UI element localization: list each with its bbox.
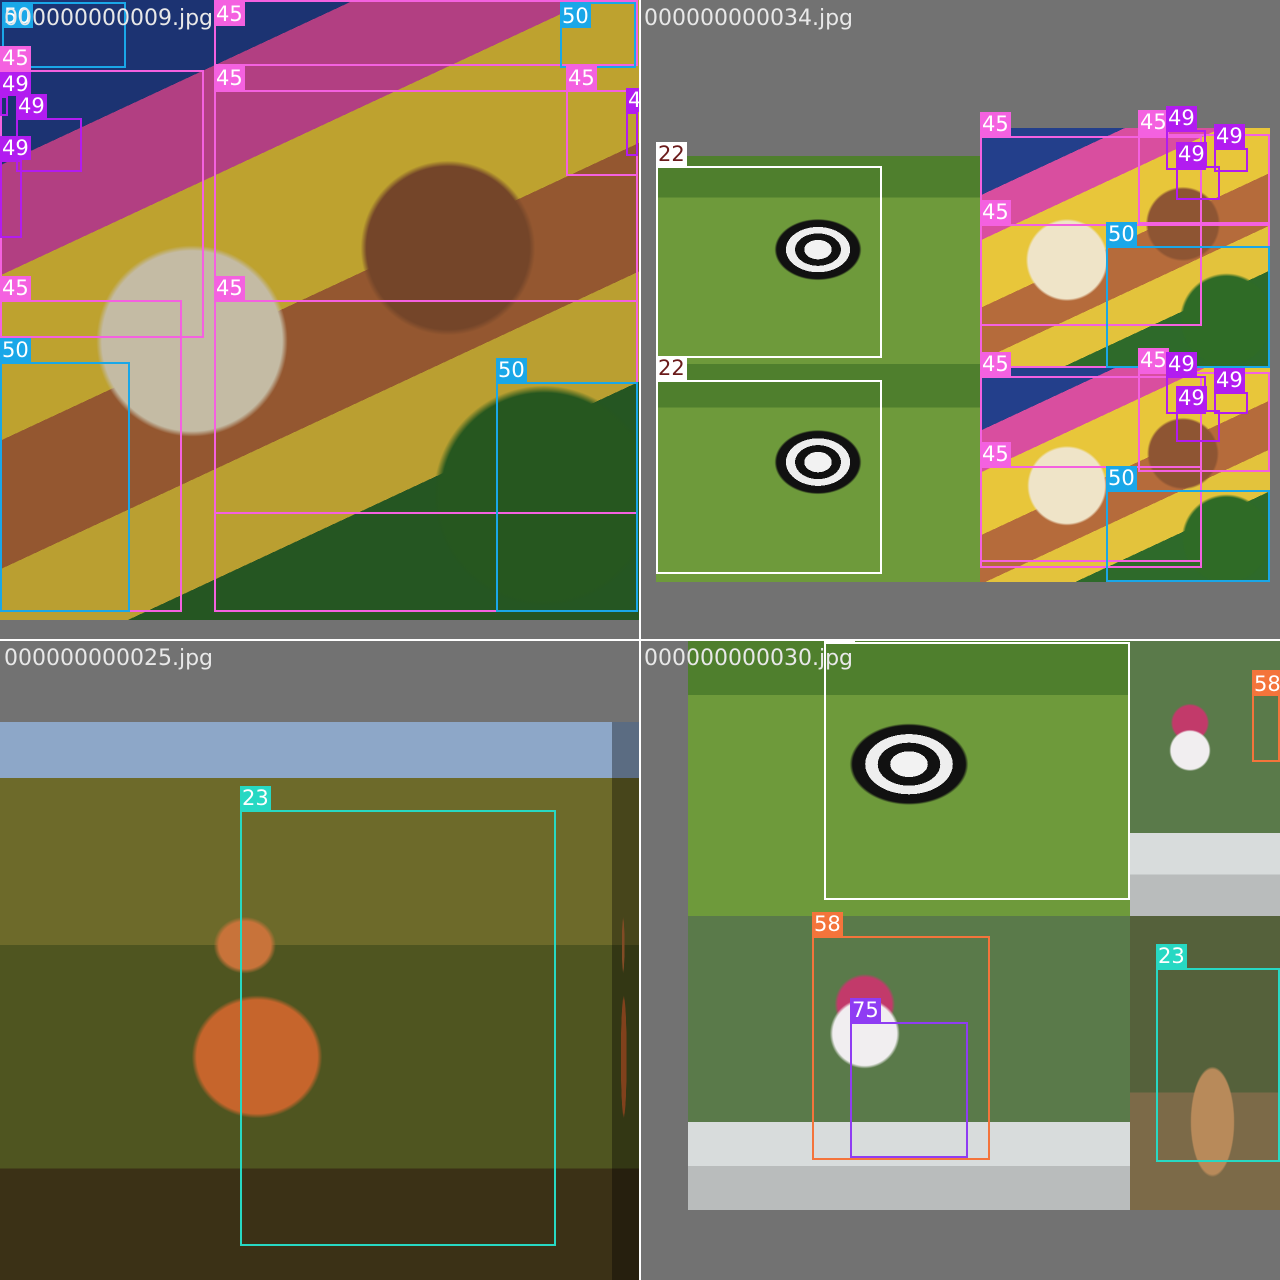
- tile-title: 000000000009.jpg: [4, 6, 213, 31]
- class-label: 50: [496, 358, 527, 382]
- detection-box-orange: 49: [0, 72, 31, 116]
- class-label: 23: [1156, 944, 1187, 968]
- class-label: 45: [0, 46, 31, 70]
- class-label: 58: [812, 912, 843, 936]
- detection-box-zebra: 22: [656, 142, 882, 358]
- detection-box-orange: 49: [1176, 386, 1220, 442]
- detection-box-broccoli: 50: [560, 2, 636, 68]
- class-label: 45: [0, 276, 31, 300]
- class-label: 49: [1214, 368, 1245, 392]
- tile-divider-horizontal: [0, 639, 1280, 641]
- class-label: 50: [1106, 222, 1137, 246]
- class-label: 50: [0, 338, 31, 362]
- detection-box-broccoli: 50: [0, 338, 130, 612]
- mosaic-tile-030: 000000000030.jpg 22 58 58 75 23: [640, 640, 1280, 1280]
- class-label: 23: [240, 786, 271, 810]
- class-label: 22: [656, 356, 687, 380]
- class-label: 45: [566, 66, 597, 90]
- detection-box-vase: 75: [850, 998, 968, 1158]
- class-label: 50: [1106, 466, 1137, 490]
- class-label: 45: [980, 352, 1011, 376]
- class-label: 45: [214, 276, 245, 300]
- detection-box-giraffe: 23: [1156, 944, 1280, 1162]
- detection-box-potted-plant: 58: [1252, 670, 1280, 762]
- giraffe-photo-edge: [612, 722, 640, 1280]
- detection-box-giraffe: 23: [240, 786, 556, 1246]
- detection-box-zebra: 22: [824, 640, 1130, 900]
- class-label: 45: [980, 200, 1011, 224]
- class-label: 49: [16, 94, 47, 118]
- class-label: 49: [626, 88, 640, 112]
- class-label: 49: [0, 72, 31, 96]
- class-label: 49: [1166, 352, 1197, 376]
- class-label: 49: [1176, 386, 1207, 410]
- class-label: 45: [980, 442, 1011, 466]
- detection-box-zebra: 22: [656, 356, 882, 574]
- mosaic-tile-034: 000000000034.jpg 22 22 45 45 45 50 49 49…: [640, 0, 1280, 640]
- detection-box-broccoli: 50: [1106, 466, 1270, 582]
- class-label: 49: [1214, 124, 1245, 148]
- detection-box-orange: 49: [1176, 142, 1220, 200]
- tile-title: 000000000025.jpg: [4, 646, 213, 671]
- class-label: 45: [214, 66, 245, 90]
- mosaic-tile-009: 000000000009.jpg 50 45 45 50 45 45 49 49…: [0, 0, 640, 640]
- class-label: 75: [850, 998, 881, 1022]
- class-label: 58: [1252, 672, 1280, 696]
- detection-box-broccoli: 50: [496, 358, 638, 612]
- class-label: 50: [560, 4, 591, 28]
- class-label: 45: [1138, 110, 1169, 134]
- tile-title: 000000000034.jpg: [644, 6, 853, 31]
- tile-title: 000000000030.jpg: [644, 646, 853, 671]
- detection-box-broccoli: 50: [1106, 222, 1270, 368]
- detection-box-orange: 49: [626, 88, 640, 156]
- class-label: 45: [214, 2, 245, 26]
- class-label: 49: [0, 136, 31, 160]
- class-label: 22: [656, 142, 687, 166]
- class-label: 49: [1166, 106, 1197, 130]
- class-label: 45: [1138, 348, 1169, 372]
- class-label: 49: [1176, 142, 1207, 166]
- class-label: 45: [980, 112, 1011, 136]
- mosaic-tile-025: 000000000025.jpg 23: [0, 640, 640, 1280]
- detection-box-orange: 49: [0, 136, 31, 238]
